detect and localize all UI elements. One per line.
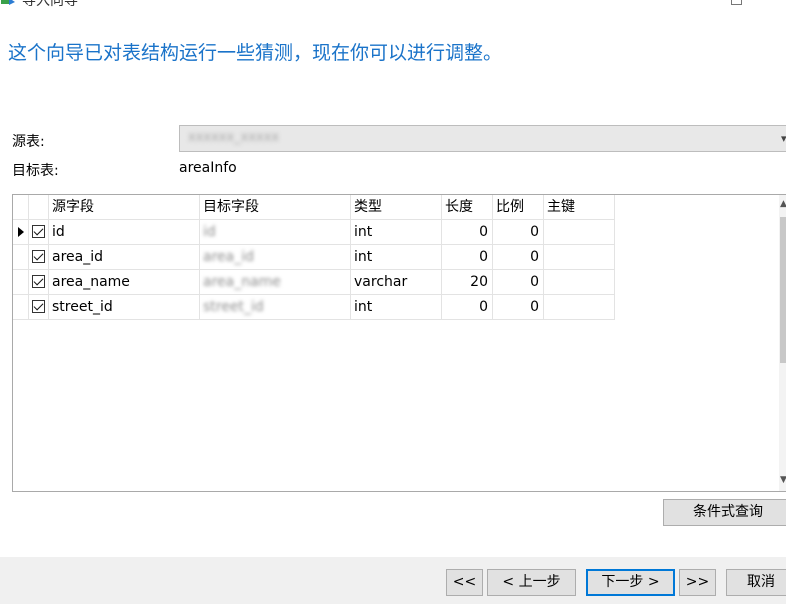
target-field-cell[interactable]: area_id	[200, 245, 351, 270]
last-step-button[interactable]: >>	[679, 569, 716, 596]
table-row[interactable]: area_id area_id int 0 0	[13, 245, 615, 270]
cancel-button[interactable]: 取消	[726, 569, 786, 596]
scale-cell[interactable]: 0	[493, 270, 544, 295]
title-bar: 导入向导	[0, 0, 786, 9]
primary-key-cell[interactable]	[544, 270, 615, 295]
target-field-value: street_id	[203, 299, 264, 315]
row-check-cell[interactable]	[29, 220, 49, 245]
source-table-label: 源表:	[12, 134, 45, 150]
header-type[interactable]: 类型	[351, 195, 442, 220]
row-indicator-cell	[13, 245, 29, 270]
length-cell[interactable]: 20	[442, 270, 493, 295]
scrollbar-thumb[interactable]	[780, 217, 786, 363]
header-indicator-cell	[13, 195, 29, 220]
scroll-up-icon[interactable]: ▲	[779, 199, 786, 209]
scale-cell[interactable]: 0	[493, 245, 544, 270]
include-checkbox[interactable]	[32, 225, 45, 238]
table-row[interactable]: area_name area_name varchar 20 0	[13, 270, 615, 295]
source-field-cell: id	[49, 220, 200, 245]
maximize-button[interactable]	[731, 0, 742, 5]
target-field-value: area_name	[203, 274, 281, 290]
import-wizard-icon	[1, 0, 15, 5]
source-field-cell: street_id	[49, 295, 200, 320]
window-title: 导入向导	[22, 0, 78, 9]
target-table-value: areaInfo	[179, 160, 237, 176]
header-scale[interactable]: 比例	[493, 195, 544, 220]
type-cell[interactable]: int	[351, 220, 442, 245]
table-row[interactable]: id id int 0 0	[13, 220, 615, 245]
type-cell[interactable]: varchar	[351, 270, 442, 295]
header-primary-key[interactable]: 主键	[544, 195, 615, 220]
source-table-field[interactable]: xxxxxx_xxxxx ▾	[179, 125, 786, 152]
grid-header-row: 源字段 目标字段 类型 长度 比例 主键	[13, 195, 615, 220]
header-length[interactable]: 长度	[442, 195, 493, 220]
first-step-button[interactable]: <<	[446, 569, 483, 596]
header-source-field[interactable]: 源字段	[49, 195, 200, 220]
row-indicator-cell	[13, 220, 29, 245]
target-table-label: 目标表:	[12, 163, 59, 179]
scroll-down-icon[interactable]: ▼	[779, 475, 786, 485]
previous-step-button[interactable]: < 上一步	[487, 569, 576, 596]
target-field-cell[interactable]: area_name	[200, 270, 351, 295]
primary-key-cell[interactable]	[544, 220, 615, 245]
row-check-cell[interactable]	[29, 245, 49, 270]
field-mapping-grid[interactable]: 源字段 目标字段 类型 长度 比例 主键 id id int 0 0 area_…	[12, 194, 786, 492]
source-field-cell: area_name	[49, 270, 200, 295]
include-checkbox[interactable]	[32, 275, 45, 288]
table-row[interactable]: street_id street_id int 0 0	[13, 295, 615, 320]
source-field-cell: area_id	[49, 245, 200, 270]
length-cell[interactable]: 0	[442, 295, 493, 320]
header-check-cell	[29, 195, 49, 220]
row-check-cell[interactable]	[29, 295, 49, 320]
row-check-cell[interactable]	[29, 270, 49, 295]
target-field-cell[interactable]: id	[200, 220, 351, 245]
primary-key-cell[interactable]	[544, 245, 615, 270]
next-step-button[interactable]: 下一步 >	[586, 569, 675, 596]
current-row-icon	[18, 227, 24, 237]
chevron-down-icon[interactable]: ▾	[781, 132, 786, 145]
target-field-value: area_id	[203, 249, 254, 265]
conditional-query-button[interactable]: 条件式查询	[663, 499, 786, 526]
target-field-cell[interactable]: street_id	[200, 295, 351, 320]
length-cell[interactable]: 0	[442, 245, 493, 270]
include-checkbox[interactable]	[32, 300, 45, 313]
source-table-value: xxxxxx_xxxxx	[188, 130, 280, 145]
scale-cell[interactable]: 0	[493, 295, 544, 320]
scale-cell[interactable]: 0	[493, 220, 544, 245]
wizard-heading: 这个向导已对表结构运行一些猜测，现在你可以进行调整。	[8, 42, 503, 64]
header-target-field[interactable]: 目标字段	[200, 195, 351, 220]
target-field-value: id	[203, 224, 216, 240]
row-indicator-cell	[13, 295, 29, 320]
include-checkbox[interactable]	[32, 250, 45, 263]
type-cell[interactable]: int	[351, 245, 442, 270]
type-cell[interactable]: int	[351, 295, 442, 320]
vertical-scrollbar[interactable]: ▲ ▼	[779, 195, 786, 491]
length-cell[interactable]: 0	[442, 220, 493, 245]
primary-key-cell[interactable]	[544, 295, 615, 320]
row-indicator-cell	[13, 270, 29, 295]
